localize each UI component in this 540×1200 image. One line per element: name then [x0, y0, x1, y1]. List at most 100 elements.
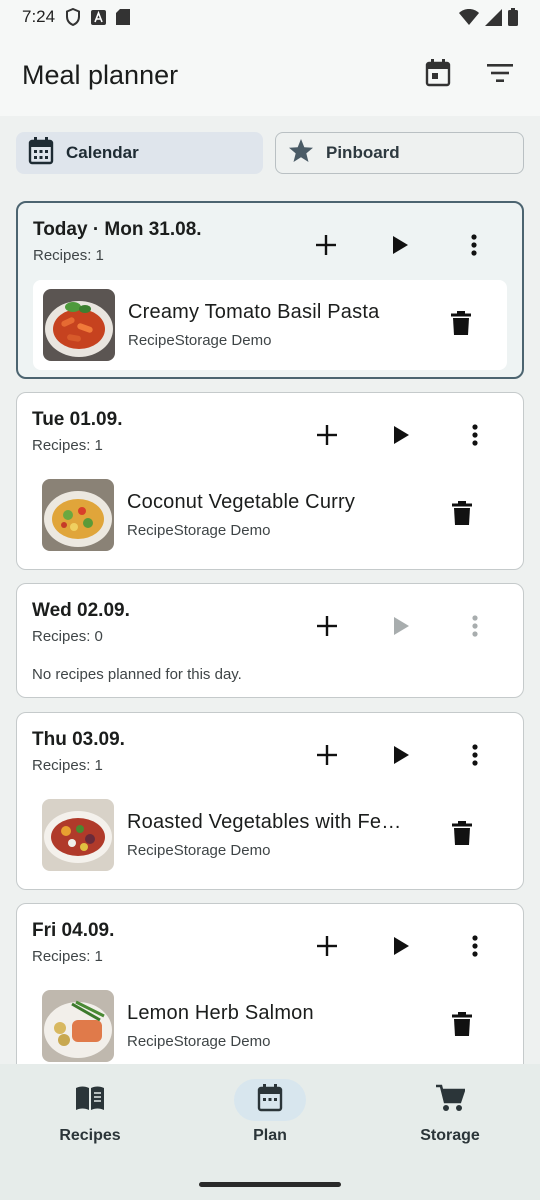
start-cooking-button[interactable] [383, 610, 419, 646]
trash-icon [452, 820, 472, 850]
wifi-icon [459, 9, 479, 25]
recipe-item[interactable]: Coconut Vegetable Curry RecipeStorage De… [32, 470, 508, 560]
recipe-source: RecipeStorage Demo [127, 842, 271, 859]
plus-icon [317, 424, 337, 450]
segment-calendar[interactable]: Calendar [16, 132, 263, 174]
delete-recipe-button[interactable] [444, 1008, 480, 1044]
recipe-name: Coconut Vegetable Curry [127, 491, 356, 513]
recipe-name: Creamy Tomato Basil Pasta [128, 301, 380, 323]
recipe-thumbnail [42, 479, 114, 551]
gesture-handle[interactable] [199, 1182, 341, 1187]
more-options-button[interactable] [457, 419, 493, 455]
calendar-icon [257, 1083, 283, 1117]
day-title: Today · Mon 31.08. [33, 219, 202, 240]
filter-icon [487, 63, 513, 87]
day-recipe-count: Recipes: 1 [32, 757, 103, 774]
view-toggle: Calendar Pinboard [16, 132, 524, 174]
nav-storage-label: Storage [420, 1127, 480, 1144]
shield-icon [65, 8, 81, 26]
add-recipe-button[interactable] [308, 229, 344, 265]
recipe-thumbnail [42, 799, 114, 871]
recipe-item[interactable]: Lemon Herb Salmon RecipeStorage Demo [32, 981, 508, 1064]
day-title: Thu 03.09. [32, 729, 125, 750]
book-icon [75, 1085, 105, 1116]
status-time: 7:24 [22, 7, 56, 26]
segment-pinboard-label: Pinboard [326, 143, 400, 162]
day-recipe-count: Recipes: 1 [32, 437, 103, 454]
start-cooking-button[interactable] [383, 419, 419, 455]
nav-recipes-label: Recipes [59, 1127, 121, 1144]
add-recipe-button[interactable] [309, 610, 345, 646]
more-options-button[interactable] [456, 229, 492, 265]
recipe-name: Lemon Herb Salmon [127, 1002, 314, 1024]
day-card-fri: Fri 04.09. Recipes: 1 Lemon Herb Salmon … [16, 903, 524, 1064]
delete-recipe-button[interactable] [444, 817, 480, 853]
plus-icon [317, 615, 337, 641]
add-recipe-button[interactable] [309, 739, 345, 775]
play-icon [393, 425, 409, 449]
day-card-thu: Thu 03.09. Recipes: 1 Roasted Vegetables… [16, 712, 524, 890]
plus-icon [317, 744, 337, 770]
recipe-name: Roasted Vegetables with Fe… [127, 811, 402, 833]
segment-pinboard[interactable]: Pinboard [275, 132, 524, 174]
font-a-icon [91, 9, 107, 25]
more-options-button[interactable] [457, 739, 493, 775]
more-options-button[interactable] [457, 930, 493, 966]
day-card-wed: Wed 02.09. Recipes: 0 No recipes planned… [16, 583, 524, 698]
status-bar: 7:24 [0, 0, 540, 34]
trash-icon [452, 500, 472, 530]
more-vert-icon [472, 614, 478, 642]
day-card-tue: Tue 01.09. Recipes: 1 Coconut Vegetable … [16, 392, 524, 570]
plan-content: Calendar Pinboard Today · Mon 31.08. Rec… [0, 116, 540, 1064]
filter-button[interactable] [482, 57, 518, 93]
app-bar: Meal planner [0, 34, 540, 116]
calendar-month-icon [28, 136, 54, 170]
recipe-source: RecipeStorage Demo [127, 522, 271, 539]
day-card-today: Today · Mon 31.08. Recipes: 1 Creamy Tom… [16, 201, 524, 379]
day-recipe-count: Recipes: 1 [32, 948, 103, 965]
more-vert-icon [472, 743, 478, 771]
start-cooking-button[interactable] [382, 229, 418, 265]
play-icon [392, 235, 408, 259]
more-vert-icon [472, 934, 478, 962]
more-options-button[interactable] [457, 610, 493, 646]
day-recipe-count: Recipes: 1 [33, 247, 104, 264]
play-icon [393, 616, 409, 640]
start-cooking-button[interactable] [383, 739, 419, 775]
recipe-source: RecipeStorage Demo [128, 332, 272, 349]
cell-signal-icon [485, 8, 502, 26]
page-title: Meal planner [22, 59, 179, 90]
delete-recipe-button[interactable] [444, 497, 480, 533]
add-recipe-button[interactable] [309, 419, 345, 455]
star-icon [288, 138, 314, 169]
start-cooking-button[interactable] [383, 930, 419, 966]
nav-plan[interactable]: Plan [180, 1064, 360, 1200]
plus-icon [317, 935, 337, 961]
battery-icon [508, 8, 518, 26]
recipe-thumbnail [43, 289, 115, 361]
nav-storage[interactable]: Storage [360, 1064, 540, 1200]
nav-plan-label: Plan [253, 1127, 287, 1144]
recipe-item[interactable]: Roasted Vegetables with Fe… RecipeStorag… [32, 790, 508, 880]
cart-icon [435, 1084, 466, 1117]
delete-recipe-button[interactable] [443, 307, 479, 343]
trash-icon [451, 310, 471, 340]
more-vert-icon [471, 233, 477, 261]
sd-card-icon [116, 9, 131, 25]
nav-recipes[interactable]: Recipes [0, 1064, 180, 1200]
recipe-thumbnail [42, 990, 114, 1062]
segment-calendar-label: Calendar [66, 143, 139, 162]
calendar-icon [425, 58, 451, 92]
more-vert-icon [472, 423, 478, 451]
day-title: Wed 02.09. [32, 600, 130, 621]
trash-icon [452, 1011, 472, 1041]
play-icon [393, 936, 409, 960]
day-title: Tue 01.09. [32, 409, 123, 430]
calendar-button[interactable] [420, 57, 456, 93]
recipe-item[interactable]: Creamy Tomato Basil Pasta RecipeStorage … [33, 280, 507, 370]
empty-day-message: No recipes planned for this day. [32, 666, 242, 683]
recipe-source: RecipeStorage Demo [127, 1033, 271, 1050]
add-recipe-button[interactable] [309, 930, 345, 966]
plus-icon [316, 234, 336, 260]
day-title: Fri 04.09. [32, 920, 115, 941]
